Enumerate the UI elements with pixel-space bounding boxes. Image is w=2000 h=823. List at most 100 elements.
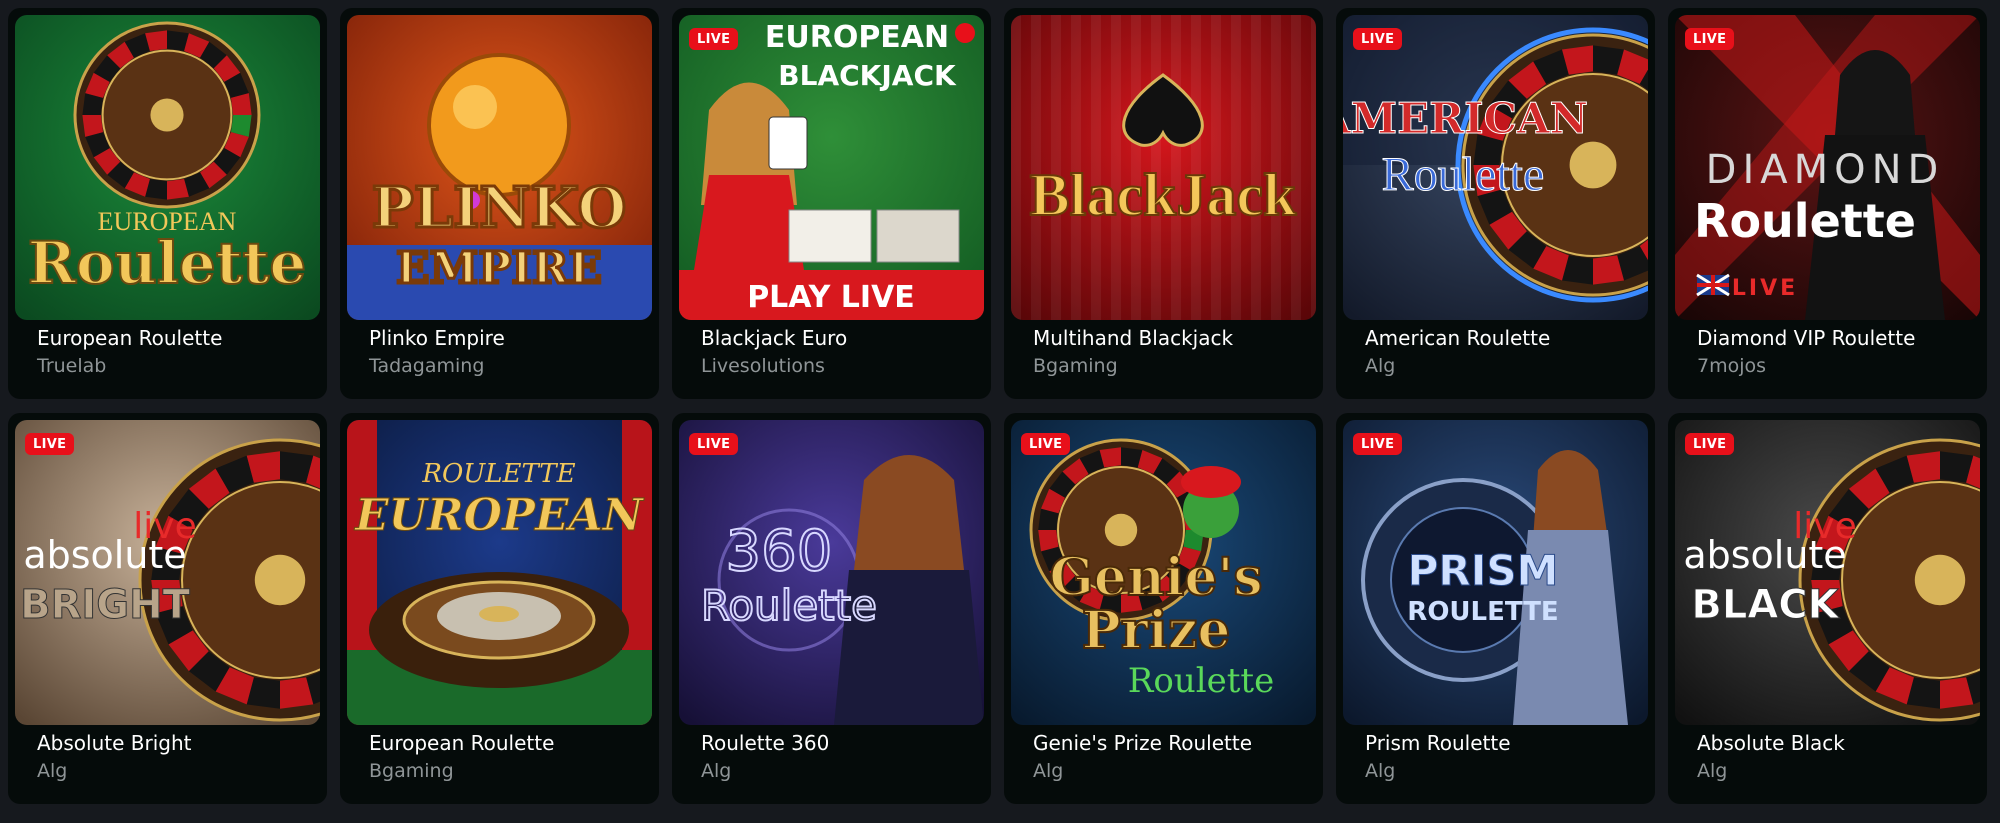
svg-text:Roulette: Roulette xyxy=(1694,194,1916,248)
game-title[interactable]: Absolute Black xyxy=(1697,731,1845,755)
game-artwork: 360Roulette xyxy=(679,420,984,725)
game-meta: American Roulette Alg xyxy=(1365,326,1550,378)
game-artwork: PRISMROULETTE xyxy=(1343,420,1648,725)
svg-text:Roulette: Roulette xyxy=(28,229,306,297)
game-provider: Alg xyxy=(1365,760,1396,782)
game-title[interactable]: Absolute Bright xyxy=(37,731,191,755)
game-provider: Bgaming xyxy=(369,760,454,782)
live-badge: LIVE xyxy=(1021,433,1071,455)
game-card[interactable]: AMERICAN Roulette LIVE American Roulette Alg xyxy=(1336,8,1655,399)
game-title[interactable]: Blackjack Euro xyxy=(701,326,847,350)
game-meta: Diamond VIP Roulette 7mojos xyxy=(1697,326,1915,378)
game-artwork: ROULETTEEUROPEAN xyxy=(347,420,652,725)
game-provider: Alg xyxy=(1697,760,1728,782)
game-thumbnail[interactable]: EUROPEAN BLACKJACK PLAY LIVE LIVE xyxy=(679,15,984,320)
game-artwork: EUROPEAN BLACKJACK PLAY LIVE xyxy=(679,15,984,320)
game-provider: 7mojos xyxy=(1697,355,1767,377)
svg-text:absolute: absolute xyxy=(23,533,186,577)
game-provider: Alg xyxy=(1033,760,1064,782)
svg-text:ROULETTE: ROULETTE xyxy=(1407,597,1558,627)
game-thumbnail[interactable]: BlackJack xyxy=(1011,15,1316,320)
svg-text:absolute: absolute xyxy=(1683,533,1846,577)
game-artwork: DIAMONDRoulette LIVE xyxy=(1675,15,1980,320)
game-card[interactable]: EUROPEAN Roulette European Roulette Truelab xyxy=(8,8,327,399)
game-meta: European Roulette Truelab xyxy=(37,326,222,378)
game-title[interactable]: American Roulette xyxy=(1365,326,1550,350)
game-meta: Blackjack Euro Livesolutions xyxy=(701,326,847,378)
game-thumbnail[interactable]: PRISM ROULETTE LIVE xyxy=(1343,420,1648,725)
game-provider: Truelab xyxy=(37,355,107,377)
svg-text:BLACK: BLACK xyxy=(1691,582,1840,628)
svg-text:Roulette: Roulette xyxy=(1128,661,1274,701)
game-grid: EUROPEAN Roulette European Roulette Truelab… xyxy=(8,8,1987,804)
game-meta: Roulette 360 Alg xyxy=(701,731,829,783)
svg-text:PRISM: PRISM xyxy=(1408,546,1559,595)
live-badge: LIVE xyxy=(1353,28,1403,50)
game-card[interactable]: BlackJack Multihand Blackjack Bgaming xyxy=(1004,8,1323,399)
svg-text:Genie's: Genie's xyxy=(1049,547,1262,608)
svg-text:ROULETTE: ROULETTE xyxy=(421,459,575,489)
svg-text:EMPIRE: EMPIRE xyxy=(396,243,602,294)
game-title[interactable]: Multihand Blackjack xyxy=(1033,326,1233,350)
game-thumbnail[interactable]: 360 Roulette LIVE xyxy=(679,420,984,725)
live-badge: LIVE xyxy=(689,28,739,50)
game-artwork: AMERICAN Roulette xyxy=(1343,15,1648,320)
svg-text:EUROPEAN: EUROPEAN xyxy=(353,490,645,541)
svg-text:PLINKO: PLINKO xyxy=(372,175,627,241)
game-meta: European Roulette Bgaming xyxy=(369,731,554,783)
game-artwork: liveabsoluteBLACK xyxy=(1675,420,1980,725)
game-meta: Absolute Black Alg xyxy=(1697,731,1845,783)
game-title[interactable]: Genie's Prize Roulette xyxy=(1033,731,1252,755)
game-meta: Absolute Bright Alg xyxy=(37,731,191,783)
game-thumbnail[interactable]: EUROPEAN Roulette xyxy=(15,15,320,320)
game-provider: Alg xyxy=(1365,355,1396,377)
game-thumbnail[interactable]: DIAMOND Roulette LIVE LIVE xyxy=(1675,15,1980,320)
game-meta: Prism Roulette Alg xyxy=(1365,731,1511,783)
svg-text:BRIGHT: BRIGHT xyxy=(20,582,190,628)
game-card[interactable]: PLINKO EMPIRE Plinko Empire Tadagaming xyxy=(340,8,659,399)
game-card[interactable]: EUROPEAN BLACKJACK PLAY LIVE LIVE Blackjack … xyxy=(672,8,991,399)
game-card[interactable]: live absolute BRIGHT LIVE Absolute Bright Alg xyxy=(8,413,327,804)
game-card[interactable]: PRISM ROULETTE LIVE Prism Roulette Alg xyxy=(1336,413,1655,804)
game-card[interactable]: DIAMOND Roulette LIVE LIVE Diamond VIP Roule… xyxy=(1668,8,1987,399)
game-meta: Plinko Empire Tadagaming xyxy=(369,326,505,378)
live-badge: LIVE xyxy=(689,433,739,455)
svg-text:BlackJack: BlackJack xyxy=(1030,162,1297,228)
game-meta: Genie's Prize Roulette Alg xyxy=(1033,731,1252,783)
game-thumbnail[interactable]: ROULETTE EUROPEAN xyxy=(347,420,652,725)
game-title[interactable]: Roulette 360 xyxy=(701,731,829,755)
game-meta: Multihand Blackjack Bgaming xyxy=(1033,326,1233,378)
game-provider: Livesolutions xyxy=(701,355,825,377)
game-provider: Alg xyxy=(37,760,68,782)
game-card[interactable]: 360 Roulette LIVE Roulette 360 Alg xyxy=(672,413,991,804)
game-title[interactable]: Diamond VIP Roulette xyxy=(1697,326,1915,350)
game-card[interactable]: ROULETTE EUROPEAN European Roulette Bgaming xyxy=(340,413,659,804)
live-badge: LIVE xyxy=(1685,433,1735,455)
game-title[interactable]: Plinko Empire xyxy=(369,326,505,350)
game-thumbnail[interactable]: AMERICAN Roulette LIVE xyxy=(1343,15,1648,320)
game-card[interactable]: live absolute BLACK LIVE Absolute Black Alg xyxy=(1668,413,1987,804)
game-title[interactable]: Prism Roulette xyxy=(1365,731,1511,755)
game-artwork: PLINKOEMPIRE xyxy=(347,15,652,320)
game-artwork: Genie'sPrizeRoulette xyxy=(1011,420,1316,725)
svg-text:EUROPEAN: EUROPEAN xyxy=(765,20,949,55)
game-card[interactable]: Genie's Prize Roulette LIVE Genie's Prize Ro… xyxy=(1004,413,1323,804)
game-title[interactable]: European Roulette xyxy=(369,731,554,755)
game-title[interactable]: European Roulette xyxy=(37,326,222,350)
svg-text:Prize: Prize xyxy=(1082,600,1231,661)
svg-text:AMERICAN: AMERICAN xyxy=(1343,94,1588,143)
svg-text:BLACKJACK: BLACKJACK xyxy=(778,59,957,92)
game-provider: Tadagaming xyxy=(369,355,485,377)
svg-text:360: 360 xyxy=(726,519,833,584)
game-artwork: liveabsoluteBRIGHT xyxy=(15,420,320,725)
game-thumbnail[interactable]: live absolute BRIGHT LIVE xyxy=(15,420,320,725)
game-artwork: BlackJack xyxy=(1011,15,1316,320)
svg-text:PLAY LIVE: PLAY LIVE xyxy=(747,280,915,315)
game-thumbnail[interactable]: Genie's Prize Roulette LIVE xyxy=(1011,420,1316,725)
game-thumbnail[interactable]: live absolute BLACK LIVE xyxy=(1675,420,1980,725)
live-badge: LIVE xyxy=(25,433,75,455)
svg-text:Roulette: Roulette xyxy=(1382,148,1545,201)
live-badge: LIVE xyxy=(1353,433,1403,455)
game-thumbnail[interactable]: PLINKO EMPIRE xyxy=(347,15,652,320)
game-artwork: EUROPEANRoulette xyxy=(15,15,320,320)
